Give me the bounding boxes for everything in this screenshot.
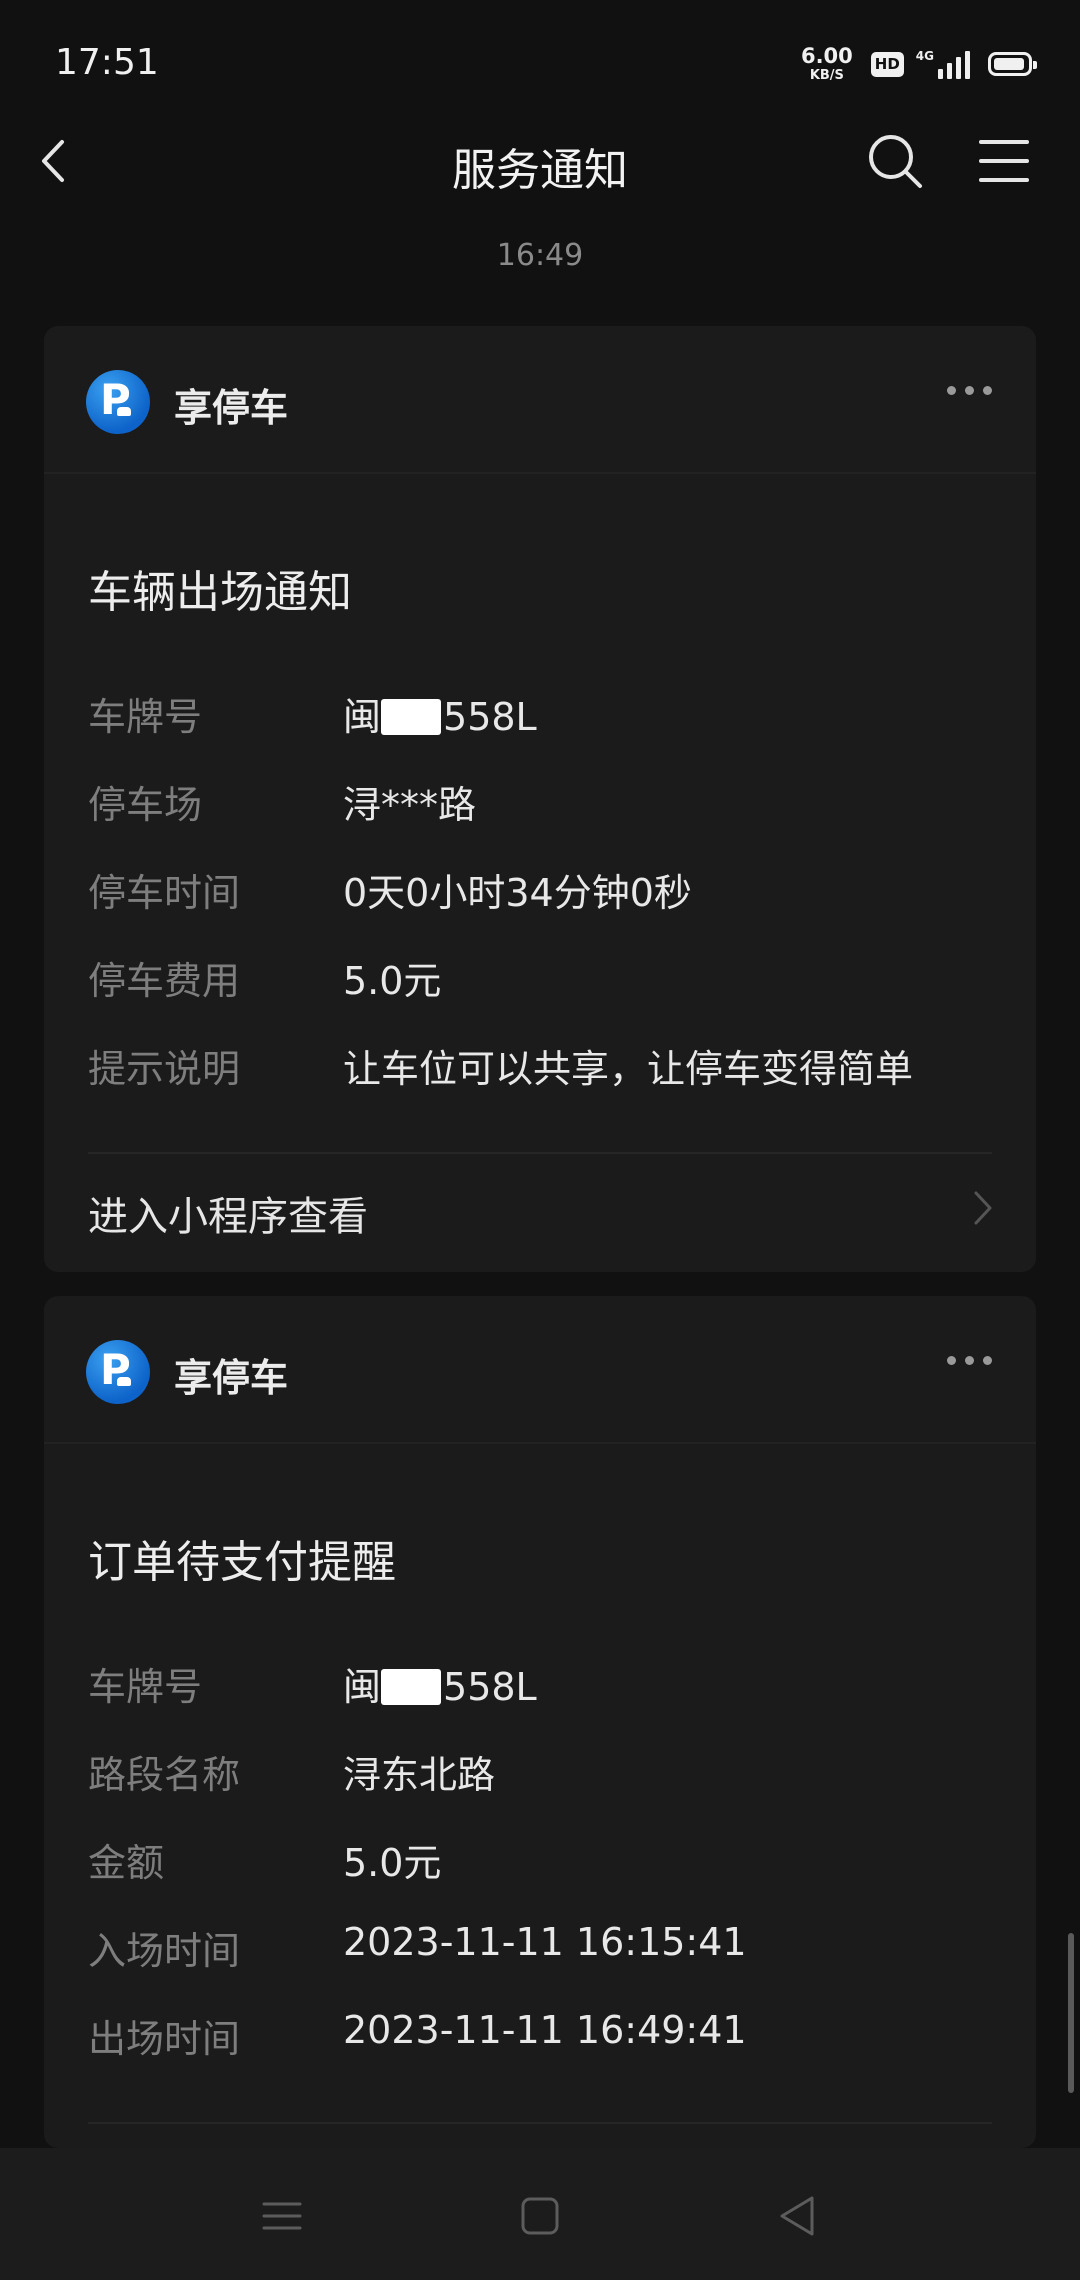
net-speed: 6.00 KB/S [800,44,853,83]
app-name[interactable]: 享停车 [174,377,288,432]
nav-bar: 服务通知 [0,120,1080,202]
notification-card[interactable]: P 享停车 车辆出场通知 车牌号 闽 558L 停车场 浔***路 停车时间 0天… [44,326,1036,1272]
field-value: 闽 558L [343,695,537,739]
app-logo-icon[interactable]: P [86,370,150,434]
field-row: 提示说明 让车位可以共享，让停车变得简单 [88,1038,992,1098]
app-logo-icon[interactable]: P [86,1340,150,1404]
more-horizontal-icon[interactable] [947,1356,992,1365]
recents-icon[interactable] [254,2188,310,2244]
field-row: 入场时间 2023-11-11 16:15:41 [88,1920,992,1980]
divider [88,1152,992,1154]
redaction-mask [381,1668,442,1705]
status-bar: 17:51 6.00 KB/S HD 4G [0,0,1080,130]
card-header: P 享停车 [44,326,1036,474]
search-icon[interactable] [866,132,924,190]
field-row: 停车时间 0天0小时34分钟0秒 [88,862,992,922]
link-label: 进入小程序查看 [88,1194,368,1240]
field-label: 车牌号 [88,1665,203,1709]
hd-icon: HD [870,51,904,77]
field-label: 入场时间 [88,1929,241,1973]
redaction-mask [381,698,442,735]
field-label: 停车场 [88,783,203,827]
field-value: 闽 558L [343,1665,537,1709]
field-label: 提示说明 [88,1047,241,1091]
open-mini-program-link[interactable]: 进入小程序查看 [88,1174,992,1254]
message-timestamp: 16:49 [496,238,584,273]
card-header: P 享停车 [44,1296,1036,1444]
field-value: 2023-11-11 16:49:41 [343,2008,747,2052]
field-label: 路段名称 [88,1753,241,1797]
chevron-right-icon [974,1191,992,1225]
field-value: 2023-11-11 16:15:41 [343,1920,747,1964]
more-horizontal-icon[interactable] [947,386,992,395]
field-row: 金额 5.0元 [88,1832,992,1892]
field-value: 5.0元 [343,959,442,1003]
home-icon[interactable] [512,2188,568,2244]
field-value: 浔***路 [343,783,477,827]
card-title: 订单待支付提醒 [88,1537,396,1588]
divider [88,2122,992,2124]
status-icons: 6.00 KB/S HD 4G [800,44,1037,84]
app-name[interactable]: 享停车 [174,1347,288,1402]
field-label: 车牌号 [88,695,203,739]
field-value: 0天0小时34分钟0秒 [343,871,692,915]
field-row: 车牌号 闽 558L [88,686,992,746]
net-speed-unit: KB/S [809,68,844,83]
field-value: 让车位可以共享，让停车变得简单 [343,1047,914,1091]
scrollbar[interactable] [1068,1933,1074,2093]
notification-card[interactable]: P 享停车 订单待支付提醒 车牌号 闽 558L 路段名称 浔东北路 金额 5.0… [44,1296,1036,2148]
signal-icon: 4G [916,49,970,79]
field-row: 路段名称 浔东北路 [88,1744,992,1804]
field-label: 出场时间 [88,2017,241,2061]
field-row: 停车费用 5.0元 [88,950,992,1010]
system-nav-bar [0,2148,1080,2280]
status-time: 17:51 [55,42,159,83]
field-value: 浔东北路 [343,1753,496,1797]
field-label: 停车费用 [88,959,241,1003]
net-speed-value: 6.00 [800,44,853,68]
back-triangle-icon[interactable] [770,2188,826,2244]
card-title: 车辆出场通知 [88,567,352,618]
field-row: 停车场 浔***路 [88,774,992,834]
network-type: 4G [915,49,934,63]
menu-icon[interactable] [978,136,1030,186]
field-row: 出场时间 2023-11-11 16:49:41 [88,2008,992,2068]
field-row: 车牌号 闽 558L [88,1656,992,1716]
field-label: 停车时间 [88,871,241,915]
field-value: 5.0元 [343,1841,442,1885]
battery-icon [988,52,1037,76]
field-label: 金额 [88,1841,165,1885]
